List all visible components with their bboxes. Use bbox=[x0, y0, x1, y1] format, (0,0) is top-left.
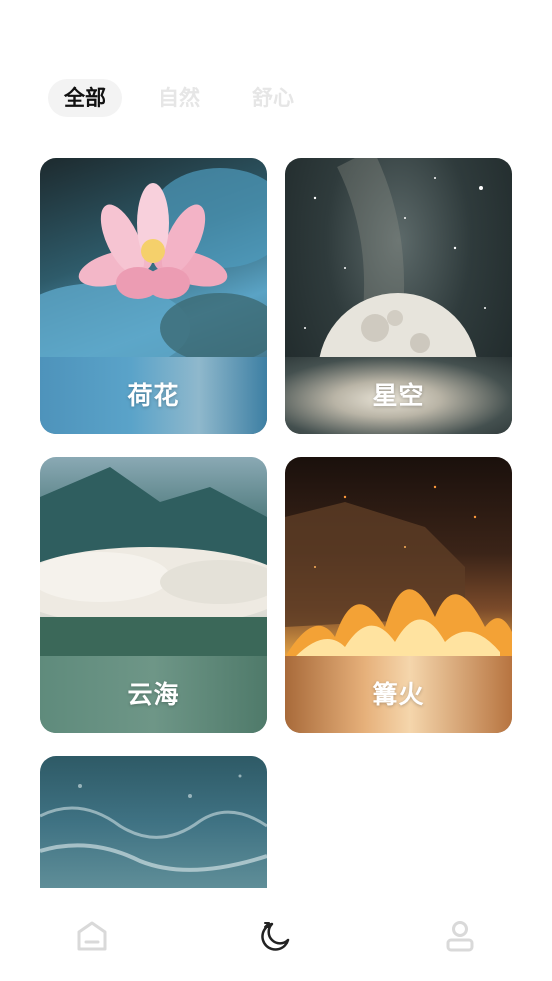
card-title: 云海 bbox=[127, 680, 180, 709]
card-title: 星空 bbox=[372, 381, 425, 410]
card-bonfire[interactable]: 篝火 bbox=[285, 457, 512, 733]
sound-library-screen: 全部 自然 舒心 荷花 星空 云海 篝火 bbox=[0, 0, 552, 981]
moon-sleep-icon[interactable] bbox=[256, 916, 296, 956]
card-title: 篝火 bbox=[372, 680, 425, 709]
bottom-navigation bbox=[0, 888, 552, 981]
card-title: 荷花 bbox=[127, 381, 180, 410]
card-lotus[interactable]: 荷花 bbox=[40, 158, 267, 434]
card-ocean[interactable] bbox=[40, 756, 267, 888]
card-starry-sky[interactable]: 星空 bbox=[285, 158, 512, 434]
home-icon[interactable] bbox=[72, 916, 112, 956]
profile-icon[interactable] bbox=[440, 916, 480, 956]
tab-soothing[interactable]: 舒心 bbox=[236, 79, 310, 117]
category-tabs: 全部 自然 舒心 bbox=[48, 78, 330, 118]
tab-nature[interactable]: 自然 bbox=[142, 79, 216, 117]
card-sea-of-clouds[interactable]: 云海 bbox=[40, 457, 267, 733]
tab-all[interactable]: 全部 bbox=[48, 79, 122, 117]
ocean-photo bbox=[40, 756, 267, 888]
